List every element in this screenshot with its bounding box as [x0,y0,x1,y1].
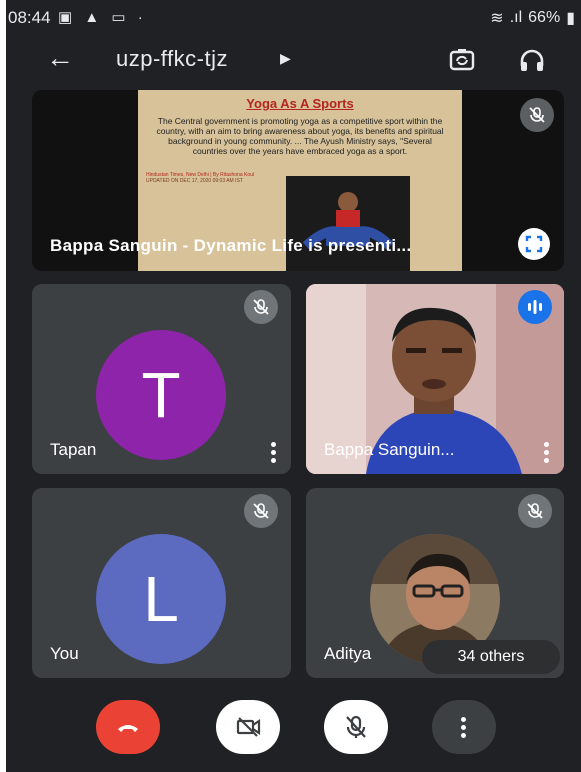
meeting-info-arrow-icon[interactable]: ▶ [280,50,291,67]
meeting-code[interactable]: uzp-ffkc-tjz [116,46,228,72]
status-right: ≋ .ıl 66% ▮ [490,8,575,28]
you-avatar: L [96,534,226,664]
slide-text: The Central government is promoting yoga… [156,116,444,156]
meet-screen: 08:44 ▣ ▲ ▭ · ≋ .ıl 66% ▮ ← uzp-ffkc-tjz… [6,0,581,772]
aditya-muted-icon [518,494,552,528]
more-options-button[interactable] [432,700,496,754]
battery-percent: 66% [528,9,561,26]
image-notification-icon: ▣ [58,9,77,26]
participant-tile-aditya[interactable]: Aditya 34 others [306,488,564,678]
end-call-icon [118,725,138,732]
notification-icons: ▣ ▲ ▭ · [58,8,147,26]
cast-icon: ▭ [111,9,130,26]
slide-title: Yoga As A Sports [246,96,354,111]
participant-tile-bappa[interactable]: Bappa Sanguin... [306,284,564,474]
dot-icon: · [137,9,147,26]
status-bar: 08:44 ▣ ▲ ▭ · ≋ .ıl 66% ▮ [6,0,581,34]
slide-credit: Hindustan Times, New Delhi | By Ritashon… [146,172,254,184]
presenter-muted-icon [520,98,554,132]
participant-tile-you[interactable]: L You [32,488,291,678]
presenter-label: Bappa Sanguin - Dynamic Life is presenti… [50,236,412,255]
meeting-top-bar: ← uzp-ffkc-tjz ▶ [6,40,581,80]
yoga-photo [286,176,410,271]
camera-off-icon [236,717,261,737]
you-muted-icon [244,494,278,528]
others-count-chip[interactable]: 34 others [422,640,560,674]
tapan-avatar: T [96,330,226,460]
status-time: 08:44 [8,8,51,27]
you-name: You [50,644,79,663]
mic-toggle-button[interactable] [324,700,388,754]
tapan-name: Tapan [50,440,97,459]
wifi-icon: ≋ [490,10,504,27]
call-controls [6,690,581,772]
battery-icon: ▮ [566,10,575,27]
fullscreen-icon [525,235,543,253]
tapan-more-icon[interactable] [271,442,277,464]
participant-tile-tapan[interactable]: T Tapan [32,284,291,474]
more-options-icon [461,716,467,738]
switch-camera-icon[interactable] [448,46,476,74]
slide-credit-line2: UPDATED ON DEC 17, 2020 09:03 AM IST [146,178,243,184]
back-arrow-icon[interactable]: ← [46,44,74,72]
aditya-name: Aditya [324,644,372,663]
end-call-button[interactable] [96,700,160,754]
fullscreen-button[interactable] [518,228,550,260]
bappa-name: Bappa Sanguin... [324,440,455,459]
headphones-icon[interactable] [518,46,546,74]
bappa-speaking-icon [518,290,552,324]
presentation-tile[interactable]: Yoga As A Sports The Central government … [32,90,564,271]
warning-icon: ▲ [84,9,104,26]
bappa-more-icon[interactable] [544,442,550,464]
camera-toggle-button[interactable] [216,700,280,754]
mic-off-icon [346,715,366,738]
signal-icon: .ıl [509,9,523,26]
tapan-muted-icon [244,290,278,324]
